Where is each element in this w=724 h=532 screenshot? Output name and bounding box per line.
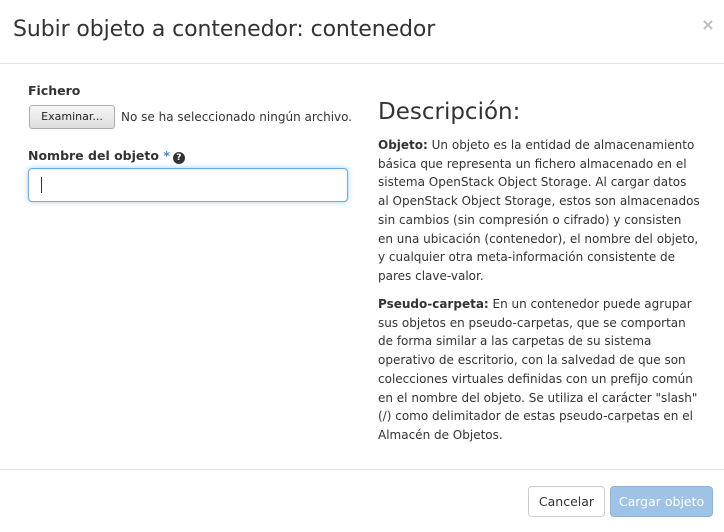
cancel-button[interactable]: Cancelar [528,486,605,517]
pseudo-folder-description: Pseudo-carpeta: En un contenedor puede a… [378,295,700,445]
upload-object-button[interactable]: Cargar objeto [610,486,713,517]
no-file-text: No se ha seleccionado ningún archivo. [121,110,353,124]
browse-button[interactable]: Examinar... [29,105,115,129]
pseudo-folder-term: Pseudo-carpeta: [378,297,489,311]
required-marker: * [163,148,170,163]
text-cursor [41,177,42,193]
object-text: Un objeto es la entidad de almacenamient… [378,138,700,283]
object-name-label: Nombre del objeto *? [28,148,185,164]
file-label: Fichero [28,83,81,98]
close-icon[interactable]: × [701,16,715,34]
object-name-input[interactable] [28,168,348,202]
description-heading: Descripción: [378,99,521,125]
modal-title: Subir objeto a contenedor: contenedor [13,17,436,42]
object-name-label-text: Nombre del objeto [28,148,159,163]
object-term: Objeto: [378,138,428,152]
modal-header: Subir objeto a contenedor: contenedor × [0,0,724,64]
object-description: Objeto: Un objeto es la entidad de almac… [378,136,700,286]
help-icon[interactable]: ? [172,152,185,164]
pseudo-folder-text: En un contenedor puede agrupar sus objet… [378,297,698,442]
